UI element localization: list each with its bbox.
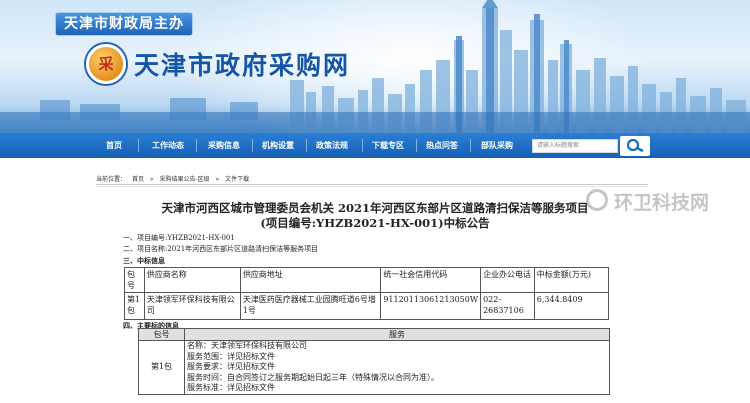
announcement-title: 天津市河西区城市管理委员会机关 2021年河西区东部片区道路清扫保洁等服务项目 … [110,201,640,231]
award-info-table: 包号 供应商名称 供应商地址 统一社会信用代码 企业办公电话 中标金额(万元) … [124,267,610,320]
nav-policies[interactable]: 政策法规 [306,133,358,158]
service-requirements: 服务要求：详见招标文件 [187,362,275,371]
nav-home[interactable]: 首页 [94,133,134,158]
nav-downloads[interactable]: 下载专区 [362,133,414,158]
breadcrumb-home[interactable]: 首页 [132,176,144,183]
breadcrumb-label: 当前位置： [96,176,127,183]
section-award-info: 三、中标信息 [123,256,165,265]
header-phone: 企业办公电话 [480,267,535,293]
cell-services: 名称：天津领军环保科技有限公司 服务范围：详见招标文件 服务要求：详见招标文件 … [184,340,610,395]
cell-supplier-name: 天津领军环保科技有限公司 [143,292,241,320]
title-line-1: 天津市河西区城市管理委员会机关 2021年河西区东部片区道路清扫保洁等服务项目 [161,201,589,215]
cell-package: 第1包 [138,340,185,395]
breadcrumb-category[interactable]: 采购结果公告-区级 [159,176,209,183]
nav-separator [138,139,139,152]
table-row: 第1包 名称：天津领军环保科技有限公司 服务范围：详见招标文件 服务要求：详见招… [138,340,610,395]
procurement-emblem-logo: 采 [86,44,126,84]
service-name: 名称：天津领军环保科技有限公司 [187,341,307,350]
header-package: 包号 [124,267,145,293]
title-line-2: (项目编号:YHZB2021-HX-001)中标公告 [260,216,490,230]
cell-supplier-address: 天津医药医疗器械工业园腾旺道6号增1号 [239,292,382,320]
breadcrumb-separator: » [215,176,220,183]
subject-info-table: 包号 服务 第1包 名称：天津领军环保科技有限公司 服务范围：详见招标文件 服务… [138,328,610,395]
divider [96,186,648,187]
table-header-row: 包号 供应商名称 供应商地址 统一社会信用代码 企业办公电话 中标金额(万元) [124,267,610,293]
service-standard: 服务标准：详见招标文件 [187,383,275,392]
site-title: 天津市政府采购网 [134,51,351,80]
nav-separator [196,139,197,152]
project-name-line: 二、项目名称:2021年河西区东部片区道路清扫保洁等服务项目 [123,245,319,253]
breadcrumb-separator: » [149,176,154,183]
cell-award-amount: 6,344.8409 [533,292,610,320]
nav-military-procurement[interactable]: 部队采购 [470,133,524,158]
nav-faq[interactable]: 热点问答 [416,133,468,158]
header-service: 服务 [184,328,610,341]
breadcrumb-current: 文件下载 [225,176,250,183]
header-package: 包号 [138,328,185,341]
cell-phone: 022-26837106 [480,292,535,320]
cell-package: 第1包 [124,292,145,320]
search-button[interactable] [620,136,650,156]
header-supplier-name: 供应商名称 [143,267,241,293]
breadcrumb: 当前位置： 首页 » 采购结果公告-区级 » 文件下载 [96,174,253,183]
header-supplier-address: 供应商地址 [239,267,382,293]
project-number-line: 一、项目编号:YHZB2021-HX-001 [123,234,235,242]
service-scope: 服务范围：详见招标文件 [187,351,275,361]
nav-organization[interactable]: 机构设置 [252,133,304,158]
cell-credit-code: 91120113061213050W [380,292,482,320]
search-input[interactable]: 请输入标题搜索 [532,139,618,153]
site-banner: 天津市财政局主办 采 天津市政府采购网 [0,0,750,133]
nav-procurement-info[interactable]: 采购信息 [198,133,250,158]
header-credit-code: 统一社会信用代码 [380,267,482,293]
organizer-badge: 天津市财政局主办 [55,12,193,36]
header-award-amount: 中标金额(万元) [533,267,610,293]
table-header-row: 包号 服务 [138,328,610,341]
service-period: 服务时间：自合同签订之服务期起始日起三年（特殊情况以合同为准）。 [187,372,439,382]
table-row: 第1包 天津领军环保科技有限公司 天津医药医疗器械工业园腾旺道6号增1号 911… [124,292,610,320]
search-icon [626,138,644,153]
divider [96,184,648,185]
nav-work-news[interactable]: 工作动态 [142,133,194,158]
